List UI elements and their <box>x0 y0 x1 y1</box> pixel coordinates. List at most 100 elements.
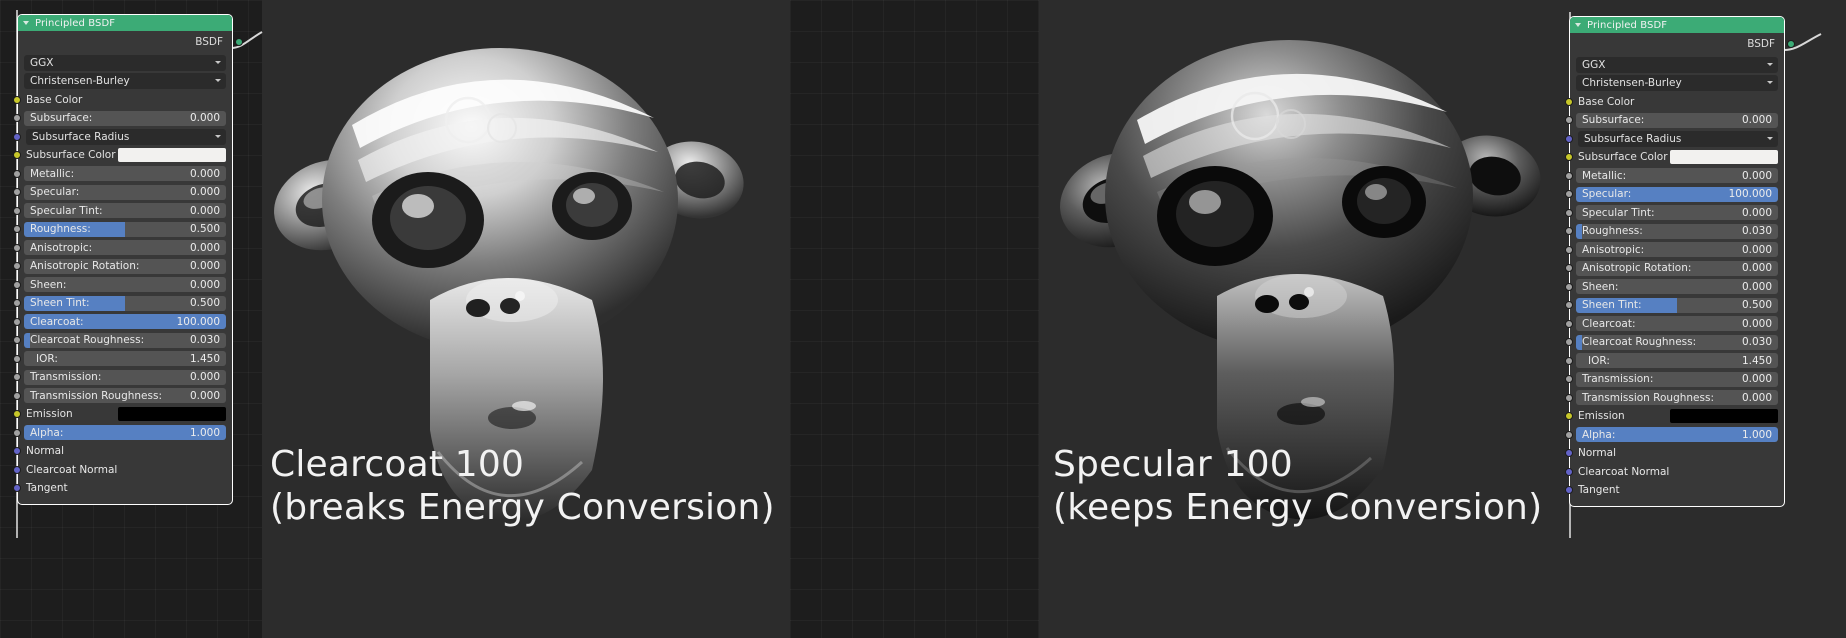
node-param-row[interactable]: Specular Tint: 0.000 <box>13 202 226 219</box>
node-param-row[interactable]: Clearcoat: 100.000 <box>13 313 226 330</box>
node-param-slider[interactable]: Transmission: 0.000 <box>1576 371 1778 387</box>
grey-socket-icon[interactable] <box>13 243 21 252</box>
node-param-slider[interactable]: IOR: 1.450 <box>1576 353 1778 368</box>
node-param-slider[interactable]: Subsurface: 0.000 <box>1576 112 1778 128</box>
grey-socket-icon[interactable] <box>13 299 21 307</box>
node-param-row[interactable]: Clearcoat Normal <box>13 461 226 478</box>
grey-socket-icon[interactable] <box>13 317 21 326</box>
grey-socket-icon[interactable] <box>1565 393 1573 402</box>
node-param-slider[interactable]: Transmission Roughness: 0.000 <box>1576 390 1778 405</box>
node-param-row[interactable]: Roughness: 0.500 <box>13 221 226 238</box>
grey-socket-icon[interactable] <box>1565 171 1573 180</box>
node-param-slider[interactable]: Sheen: 0.000 <box>24 277 226 292</box>
node-param-row[interactable]: Subsurface Color <box>1565 149 1778 166</box>
node-param-row[interactable]: Roughness: 0.030 <box>1565 223 1778 240</box>
grey-socket-icon[interactable] <box>1565 264 1573 272</box>
color-swatch-white[interactable] <box>118 148 226 162</box>
node-param-slider[interactable]: Sheen Tint: 0.500 <box>1576 297 1778 313</box>
node-param-slider[interactable]: Clearcoat: 100.000 <box>24 314 226 329</box>
subsurface-radius-dropdown[interactable]: Subsurface Radius <box>1578 130 1778 147</box>
collapse-triangle-icon[interactable] <box>1575 23 1581 27</box>
subsurface-radius-dropdown[interactable]: Subsurface Radius <box>26 128 226 145</box>
node-param-row[interactable]: Clearcoat Roughness: 0.030 <box>13 332 226 349</box>
grey-socket-icon[interactable] <box>13 114 21 122</box>
node-param-row[interactable]: Specular Tint: 0.000 <box>1565 204 1778 221</box>
grey-socket-icon[interactable] <box>13 206 21 215</box>
grey-socket-icon[interactable] <box>1565 227 1573 235</box>
bsdf-output-socket[interactable] <box>1787 40 1795 48</box>
right-principled-bsdf-node[interactable]: Principled BSDF BSDF GGX Christensen-Bur… <box>1565 16 1795 507</box>
node-param-row[interactable]: Anisotropic: 0.000 <box>13 239 226 256</box>
node-param-slider[interactable]: Clearcoat: 0.000 <box>1576 316 1778 331</box>
yellow-socket-icon[interactable] <box>1565 153 1573 161</box>
node-param-row[interactable]: Alpha: 1.000 <box>13 424 226 441</box>
grey-socket-icon[interactable] <box>1565 319 1573 328</box>
purple-socket-icon[interactable] <box>13 132 21 141</box>
color-swatch-black[interactable] <box>1670 409 1778 423</box>
node-param-row[interactable]: Base Color <box>1565 93 1778 110</box>
node-param-row[interactable]: Anisotropic: 0.000 <box>1565 241 1778 258</box>
grey-socket-icon[interactable] <box>1565 430 1573 439</box>
node-param-row[interactable]: Emission <box>1565 408 1778 425</box>
node-param-slider[interactable]: Sheen Tint: 0.500 <box>24 295 226 311</box>
grey-socket-icon[interactable] <box>13 373 21 381</box>
node-param-row[interactable]: Anisotropic Rotation: 0.000 <box>13 258 226 275</box>
right-subsurface-method-dropdown[interactable]: Christensen-Burley <box>1576 75 1778 91</box>
node-param-slider[interactable]: Anisotropic: 0.000 <box>1576 242 1778 257</box>
yellow-socket-icon[interactable] <box>13 151 21 159</box>
node-param-row[interactable]: Anisotropic Rotation: 0.000 <box>1565 260 1778 277</box>
purple-socket-icon[interactable] <box>13 465 21 474</box>
grey-socket-icon[interactable] <box>1565 190 1573 198</box>
purple-socket-icon[interactable] <box>1565 486 1573 494</box>
node-param-slider[interactable]: Specular Tint: 0.000 <box>24 203 226 218</box>
collapse-triangle-icon[interactable] <box>23 21 29 25</box>
node-param-row[interactable]: Subsurface Radius <box>1565 130 1778 147</box>
node-param-row[interactable]: Normal <box>13 443 226 460</box>
left-principled-bsdf-node[interactable]: Principled BSDF BSDF GGX Christensen-Bur… <box>13 14 243 505</box>
node-param-slider[interactable]: Transmission: 0.000 <box>24 369 226 385</box>
purple-socket-icon[interactable] <box>13 447 21 455</box>
node-param-row[interactable]: Subsurface Radius <box>13 128 226 145</box>
purple-socket-icon[interactable] <box>1565 449 1573 457</box>
node-param-row[interactable]: Clearcoat Normal <box>1565 463 1778 480</box>
node-param-row[interactable]: Normal <box>1565 445 1778 462</box>
node-param-row[interactable]: Subsurface: 0.000 <box>13 110 226 127</box>
node-param-row[interactable]: Sheen: 0.000 <box>1565 278 1778 295</box>
node-param-slider[interactable]: Metallic: 0.000 <box>1576 168 1778 183</box>
left-subsurface-method-dropdown[interactable]: Christensen-Burley <box>24 73 226 89</box>
node-param-row[interactable]: Sheen: 0.000 <box>13 276 226 293</box>
node-param-row[interactable]: Subsurface Color <box>13 147 226 164</box>
grey-socket-icon[interactable] <box>1565 356 1573 365</box>
left-distribution-dropdown[interactable]: GGX <box>24 55 226 71</box>
node-param-slider[interactable]: Roughness: 0.030 <box>1576 223 1778 239</box>
grey-socket-icon[interactable] <box>13 354 21 363</box>
node-param-slider[interactable]: Specular: 0.000 <box>24 184 226 200</box>
node-param-row[interactable]: Specular: 0.000 <box>13 184 226 201</box>
node-param-row[interactable]: Specular: 100.000 <box>1565 186 1778 203</box>
yellow-socket-icon[interactable] <box>13 410 21 418</box>
grey-socket-icon[interactable] <box>1565 301 1573 309</box>
grey-socket-icon[interactable] <box>1565 375 1573 383</box>
color-swatch-white[interactable] <box>1670 150 1778 164</box>
grey-socket-icon[interactable] <box>13 188 21 196</box>
node-param-slider[interactable]: Roughness: 0.500 <box>24 221 226 237</box>
grey-socket-icon[interactable] <box>13 336 21 344</box>
node-param-row[interactable]: IOR: 1.450 <box>13 350 226 367</box>
grey-socket-icon[interactable] <box>13 280 21 289</box>
node-param-row[interactable]: Metallic: 0.000 <box>1565 167 1778 184</box>
node-param-slider[interactable]: Anisotropic Rotation: 0.000 <box>1576 260 1778 276</box>
bsdf-output-socket[interactable] <box>235 38 243 46</box>
node-param-slider[interactable]: Alpha: 1.000 <box>24 425 226 440</box>
node-param-row[interactable]: Transmission: 0.000 <box>1565 371 1778 388</box>
node-param-row[interactable]: Tangent <box>1565 482 1778 499</box>
grey-socket-icon[interactable] <box>1565 338 1573 346</box>
node-param-slider[interactable]: Transmission Roughness: 0.000 <box>24 388 226 403</box>
node-param-row[interactable]: Clearcoat: 0.000 <box>1565 315 1778 332</box>
purple-socket-icon[interactable] <box>1565 134 1573 143</box>
node-param-row[interactable]: Alpha: 1.000 <box>1565 426 1778 443</box>
color-swatch-black[interactable] <box>118 407 226 421</box>
node-param-row[interactable]: Transmission: 0.000 <box>13 369 226 386</box>
grey-socket-icon[interactable] <box>13 169 21 178</box>
right-node-header[interactable]: Principled BSDF <box>1570 17 1784 33</box>
yellow-socket-icon[interactable] <box>13 95 21 104</box>
